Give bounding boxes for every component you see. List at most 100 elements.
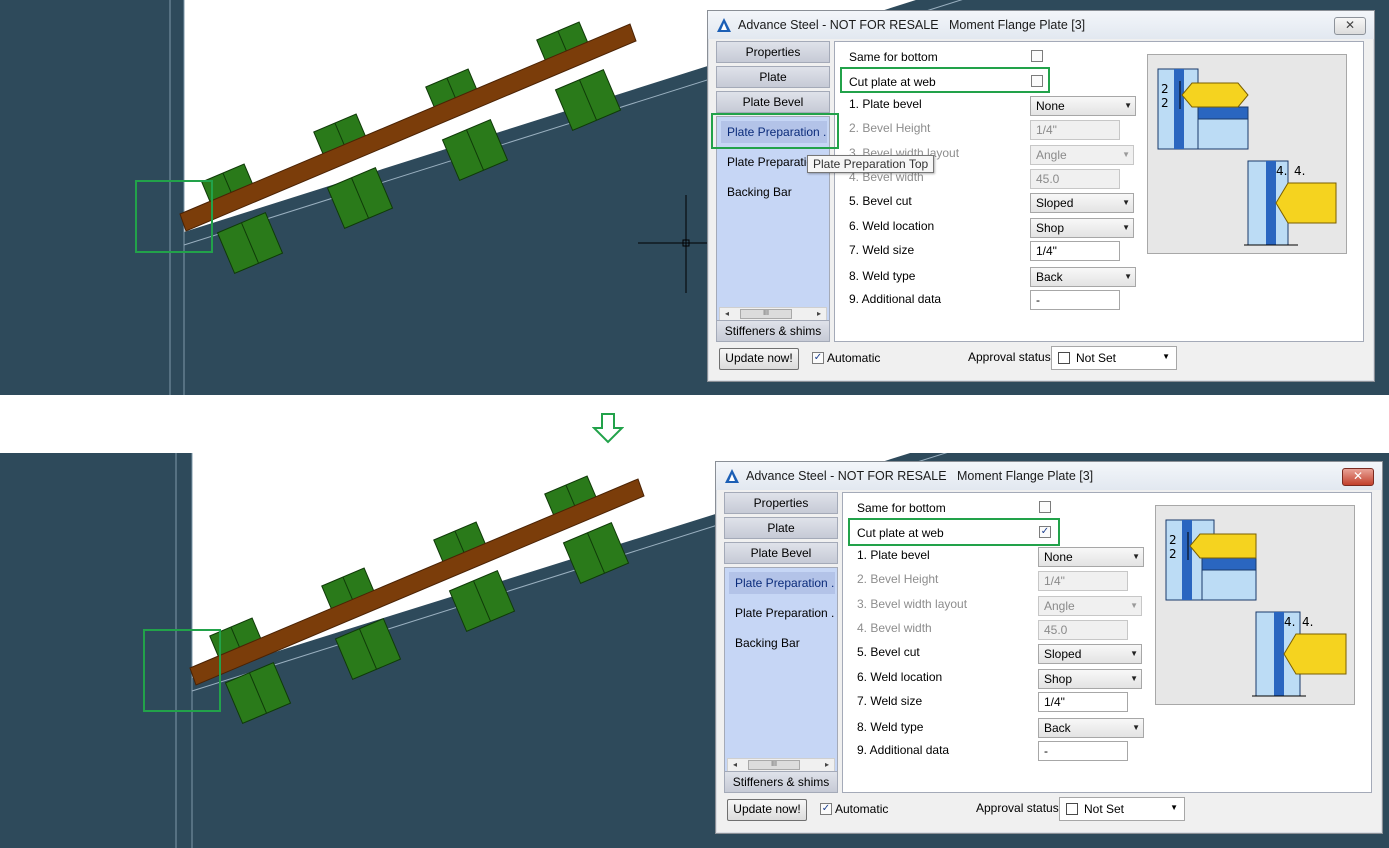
nav-scrollbar[interactable]: ◂ III ▸	[719, 307, 827, 321]
scroll-left-icon[interactable]: ◂	[729, 759, 741, 771]
window-title: Advance Steel - NOT FOR RESALE Moment Fl…	[746, 469, 1094, 483]
window-title: Advance Steel - NOT FOR RESALE Moment Fl…	[738, 18, 1086, 32]
bevel-cut-label: 5. Bevel cut	[849, 194, 912, 208]
nav-item-plate-preparation-bottom[interactable]: Plate Preparation ...	[729, 602, 835, 624]
weld-type-select[interactable]: Back ▼	[1030, 267, 1136, 287]
update-now-button[interactable]: Update now!	[727, 799, 807, 821]
tab-properties[interactable]: Properties	[716, 41, 830, 63]
category-list: Plate Preparation ... Plate Preparation …	[724, 567, 838, 775]
chevron-down-icon: ▼	[1132, 723, 1140, 732]
bottom-scene: Advance Steel - NOT FOR RESALE Moment Fl…	[0, 453, 1389, 848]
weld-location-value: Shop	[1044, 672, 1073, 686]
tab-stiffeners-shims[interactable]: Stiffeners & shims	[716, 320, 830, 342]
bevel-diagram: 2 2 4. 4.	[1165, 519, 1347, 697]
bevel-cut-select[interactable]: Sloped ▼	[1038, 644, 1142, 664]
additional-data-input[interactable]: -	[1030, 290, 1120, 310]
weld-location-label: 6. Weld location	[857, 670, 943, 684]
bevel-height-input[interactable]: 1/4"	[1030, 120, 1120, 140]
tab-plate-bevel[interactable]: Plate Bevel	[716, 91, 830, 113]
down-arrow-icon	[592, 413, 624, 444]
nav-item-backing-bar[interactable]: Backing Bar	[729, 632, 835, 654]
bevel-height-label: 2. Bevel Height	[849, 121, 931, 135]
nav-item-plate-preparation-top[interactable]: Plate Preparation ...	[729, 572, 835, 594]
tab-plate[interactable]: Plate	[724, 517, 838, 539]
bevel-height-value: 1/4"	[1036, 123, 1057, 137]
approval-status-label: Approval status	[968, 350, 1051, 364]
approval-status-select[interactable]: Not Set ▼	[1051, 346, 1177, 370]
title-bar[interactable]: Advance Steel - NOT FOR RESALE Moment Fl…	[708, 11, 1374, 39]
bevel-width-value: 45.0	[1036, 172, 1060, 186]
automatic-checkbox[interactable]: ✓	[812, 352, 824, 364]
additional-data-value: -	[1036, 293, 1040, 307]
bevel-height-input[interactable]: 1/4"	[1038, 571, 1128, 591]
preview-dim-label: 4.	[1294, 164, 1305, 178]
same-for-bottom-label: Same for bottom	[857, 501, 946, 515]
bevel-cut-select[interactable]: Sloped ▼	[1030, 193, 1134, 213]
bevel-preview-image: 2 2 4. 4.	[1155, 505, 1355, 705]
status-color-swatch	[1066, 803, 1078, 815]
nav-scrollbar[interactable]: ◂ III ▸	[727, 758, 835, 772]
close-button[interactable]: ✕	[1334, 17, 1366, 35]
approval-status-value: Not Set	[1084, 802, 1125, 816]
weld-size-input[interactable]: 1/4"	[1038, 692, 1128, 712]
close-button[interactable]: ✕	[1342, 468, 1374, 486]
tab-properties[interactable]: Properties	[724, 492, 838, 514]
additional-data-label: 9. Additional data	[857, 743, 950, 757]
plate-bevel-select[interactable]: None ▼	[1038, 547, 1144, 567]
preview-dim-label: 4.	[1302, 615, 1313, 629]
same-for-bottom-label: Same for bottom	[849, 50, 938, 64]
weld-location-label: 6. Weld location	[849, 219, 935, 233]
chevron-down-icon: ▼	[1124, 272, 1132, 281]
bevel-width-input[interactable]: 45.0	[1030, 169, 1120, 189]
additional-data-input[interactable]: -	[1038, 741, 1128, 761]
bevel-cut-value: Sloped	[1044, 647, 1082, 661]
weld-location-select[interactable]: Shop ▼	[1038, 669, 1142, 689]
same-for-bottom-checkbox[interactable]	[1031, 50, 1043, 62]
automatic-label: Automatic	[827, 351, 881, 365]
bevel-width-layout-value: Angle	[1036, 148, 1067, 162]
plate-bevel-select[interactable]: None ▼	[1030, 96, 1136, 116]
scroll-thumb[interactable]: III	[740, 309, 792, 319]
viewport-highlight	[135, 180, 213, 253]
chevron-down-icon: ▼	[1122, 150, 1130, 159]
update-now-button[interactable]: Update now!	[719, 348, 799, 370]
approval-status-value: Not Set	[1076, 351, 1117, 365]
weld-type-select[interactable]: Back ▼	[1038, 718, 1144, 738]
bevel-height-value: 1/4"	[1044, 574, 1065, 588]
category-nav: Properties Plate Plate Bevel Plate Prepa…	[716, 41, 830, 342]
scroll-right-icon[interactable]: ▸	[813, 308, 825, 320]
additional-data-label: 9. Additional data	[849, 292, 942, 306]
scroll-right-icon[interactable]: ▸	[821, 759, 833, 771]
category-nav: Properties Plate Plate Bevel Plate Prepa…	[724, 492, 838, 793]
weld-size-label: 7. Weld size	[849, 243, 915, 257]
approval-status-select[interactable]: Not Set ▼	[1059, 797, 1185, 821]
bevel-width-layout-select[interactable]: Angle ▼	[1038, 596, 1142, 616]
weld-size-input[interactable]: 1/4"	[1030, 241, 1120, 261]
plate-bevel-value: None	[1036, 99, 1065, 113]
preview-dim-label: 4.	[1284, 615, 1295, 629]
nav-item-highlight	[711, 113, 839, 149]
scroll-thumb[interactable]: III	[748, 760, 800, 770]
tab-stiffeners-shims[interactable]: Stiffeners & shims	[724, 771, 838, 793]
bevel-cut-label: 5. Bevel cut	[857, 645, 920, 659]
weld-size-value: 1/4"	[1044, 695, 1065, 709]
advance-steel-logo-icon	[717, 18, 731, 32]
tab-plate[interactable]: Plate	[716, 66, 830, 88]
bevel-width-layout-select[interactable]: Angle ▼	[1030, 145, 1134, 165]
weld-type-value: Back	[1044, 721, 1071, 735]
preview-dim-label: 4.	[1276, 164, 1287, 178]
automatic-checkbox[interactable]: ✓	[820, 803, 832, 815]
bevel-width-value: 45.0	[1044, 623, 1068, 637]
tab-plate-bevel[interactable]: Plate Bevel	[724, 542, 838, 564]
chevron-down-icon: ▼	[1122, 223, 1130, 232]
nav-item-backing-bar[interactable]: Backing Bar	[721, 181, 827, 203]
moment-flange-plate-dialog: Advance Steel - NOT FOR RESALE Moment Fl…	[715, 461, 1383, 834]
bevel-width-label: 4. Bevel width	[857, 621, 932, 635]
weld-location-select[interactable]: Shop ▼	[1030, 218, 1134, 238]
scroll-left-icon[interactable]: ◂	[721, 308, 733, 320]
same-for-bottom-checkbox[interactable]	[1039, 501, 1051, 513]
title-bar[interactable]: Advance Steel - NOT FOR RESALE Moment Fl…	[716, 462, 1382, 490]
plate-bevel-label: 1. Plate bevel	[857, 548, 930, 562]
bevel-width-input[interactable]: 45.0	[1038, 620, 1128, 640]
preview-dim-label: 2	[1169, 547, 1177, 561]
